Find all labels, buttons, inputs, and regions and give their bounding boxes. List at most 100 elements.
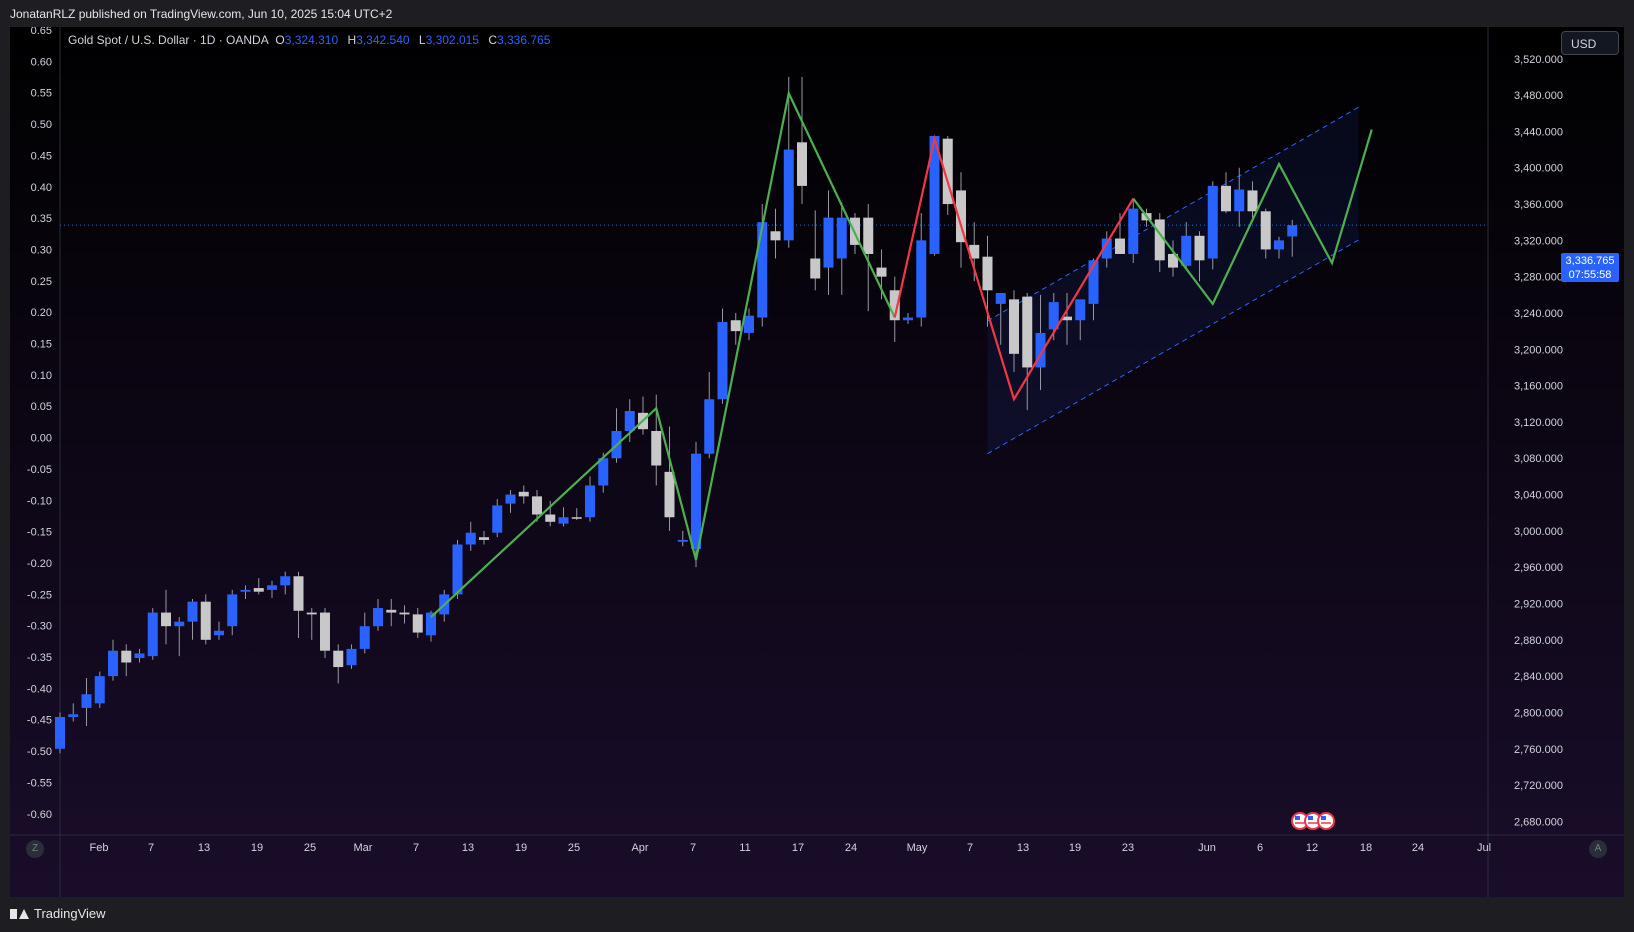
price-tick-label: 2,840.000 <box>1514 671 1563 683</box>
close-value: 3,336.765 <box>496 33 551 47</box>
time-tick-label: Jul <box>1477 842 1491 854</box>
left-tick-label: 0.55 <box>31 88 52 100</box>
brand-name: TradingView <box>34 906 106 921</box>
price-tick-label: 3,080.000 <box>1514 453 1563 465</box>
candle-body <box>280 576 291 586</box>
auto-scale-button[interactable]: A <box>1589 840 1607 858</box>
time-tick-label: 17 <box>792 842 804 854</box>
left-tick-label: -0.05 <box>27 464 52 476</box>
time-tick-label: 13 <box>1017 842 1029 854</box>
candle-body <box>240 589 251 592</box>
candle-body <box>359 626 370 649</box>
left-tick-label: 0.30 <box>31 244 52 256</box>
candle-body <box>532 496 542 515</box>
price-tick-label: 3,480.000 <box>1514 90 1563 102</box>
candle-body <box>1221 185 1231 212</box>
candle-body <box>1075 299 1086 321</box>
price-tick-label: 2,720.000 <box>1514 780 1563 792</box>
chart-background <box>10 27 1624 897</box>
high-value: 3,342.540 <box>356 33 410 47</box>
left-tick-label: -0.45 <box>27 715 52 727</box>
candle-body <box>1115 238 1125 254</box>
candle-body <box>373 608 383 627</box>
candle-body <box>1022 296 1033 368</box>
time-tick-label: May <box>907 842 928 854</box>
bar-countdown: 07:55:58 <box>1568 269 1612 281</box>
candle-body <box>823 217 834 268</box>
candle-body <box>1247 190 1258 212</box>
time-tick-label: 19 <box>515 842 527 854</box>
candle-body <box>227 594 238 627</box>
zoom-toggle-button[interactable]: Z <box>26 840 44 858</box>
candle <box>200 594 211 645</box>
time-tick-label: 7 <box>690 842 696 854</box>
candle-body <box>585 485 595 518</box>
candle-body <box>161 612 171 627</box>
candle-body <box>797 142 807 186</box>
candle-body <box>147 612 158 657</box>
candle-body <box>1128 208 1139 254</box>
time-tick-label: 6 <box>1257 842 1263 854</box>
candle-body <box>783 149 794 241</box>
time-tick-label: 19 <box>251 842 263 854</box>
candle-body <box>479 537 489 540</box>
price-tick-label: 2,960.000 <box>1514 562 1563 574</box>
low-label: L <box>418 33 426 47</box>
candle-body <box>982 256 993 291</box>
candle-body <box>1009 299 1019 354</box>
left-tick-label: -0.60 <box>27 809 52 821</box>
open-value: 3,324.310 <box>284 33 339 47</box>
candle <box>94 671 105 708</box>
candle-body <box>704 399 715 454</box>
candle-body <box>306 612 317 615</box>
price-chart[interactable]: 0.65 0.60 0.55 0.50 0.45 0.40 0.35 0.30 0.25 0.20… <box>10 27 1624 897</box>
left-tick-label: -0.30 <box>27 621 52 633</box>
candle-body <box>108 650 118 677</box>
price-tick-label: 3,160.000 <box>1514 381 1563 393</box>
price-tick-label: 3,360.000 <box>1514 199 1563 211</box>
candle-body <box>730 320 741 332</box>
candle <box>320 608 330 658</box>
candle-body <box>320 612 330 651</box>
price-tick-label: 2,680.000 <box>1514 816 1563 828</box>
flag-circle <box>1317 812 1335 830</box>
time-tick-label: 13 <box>462 842 474 854</box>
currency-button[interactable]: USD <box>1561 31 1619 55</box>
candle-body <box>863 217 874 254</box>
time-tick-label: 7 <box>413 842 419 854</box>
time-tick-label: Jun <box>1198 842 1216 854</box>
time-tick-label: 19 <box>1069 842 1081 854</box>
candle-body <box>399 612 410 615</box>
candle-body <box>598 458 609 486</box>
left-tick-label: 0.65 <box>31 27 52 37</box>
price-tick-label: 3,120.000 <box>1514 417 1563 429</box>
time-tick-label: 18 <box>1360 842 1372 854</box>
candle-body <box>121 650 132 663</box>
candle-body <box>836 217 847 259</box>
open-label: O <box>275 33 285 47</box>
candle-body <box>558 517 569 524</box>
price-tick-label: 3,520.000 <box>1514 54 1563 66</box>
candle-body <box>134 653 145 658</box>
low-value: 3,302.015 <box>425 33 479 47</box>
left-tick-label: -0.25 <box>27 589 52 601</box>
candle-body <box>333 650 344 668</box>
time-tick-label: 13 <box>198 842 210 854</box>
candle <box>147 608 158 660</box>
left-tick-label: -0.20 <box>27 558 52 570</box>
left-tick-label: 0.10 <box>31 370 52 382</box>
last-price-tag: 3,336.765 07:55:58 <box>1561 253 1619 282</box>
symbol-name: Gold Spot / U.S. Dollar · 1D · OANDA <box>68 33 269 47</box>
time-tick-label: Mar <box>354 842 373 854</box>
candle-body <box>717 322 728 400</box>
candle-body <box>691 453 701 550</box>
candle-body <box>81 694 92 708</box>
price-tick-label: 3,400.000 <box>1514 163 1563 175</box>
us-flag-event-icon[interactable] <box>1317 812 1335 830</box>
time-tick-label: 11 <box>739 842 750 854</box>
candle-body <box>200 601 211 640</box>
candle-body <box>677 539 688 542</box>
candle-body <box>465 532 476 545</box>
time-tick-label: 24 <box>845 842 857 854</box>
economic-events[interactable] <box>1291 812 1335 830</box>
